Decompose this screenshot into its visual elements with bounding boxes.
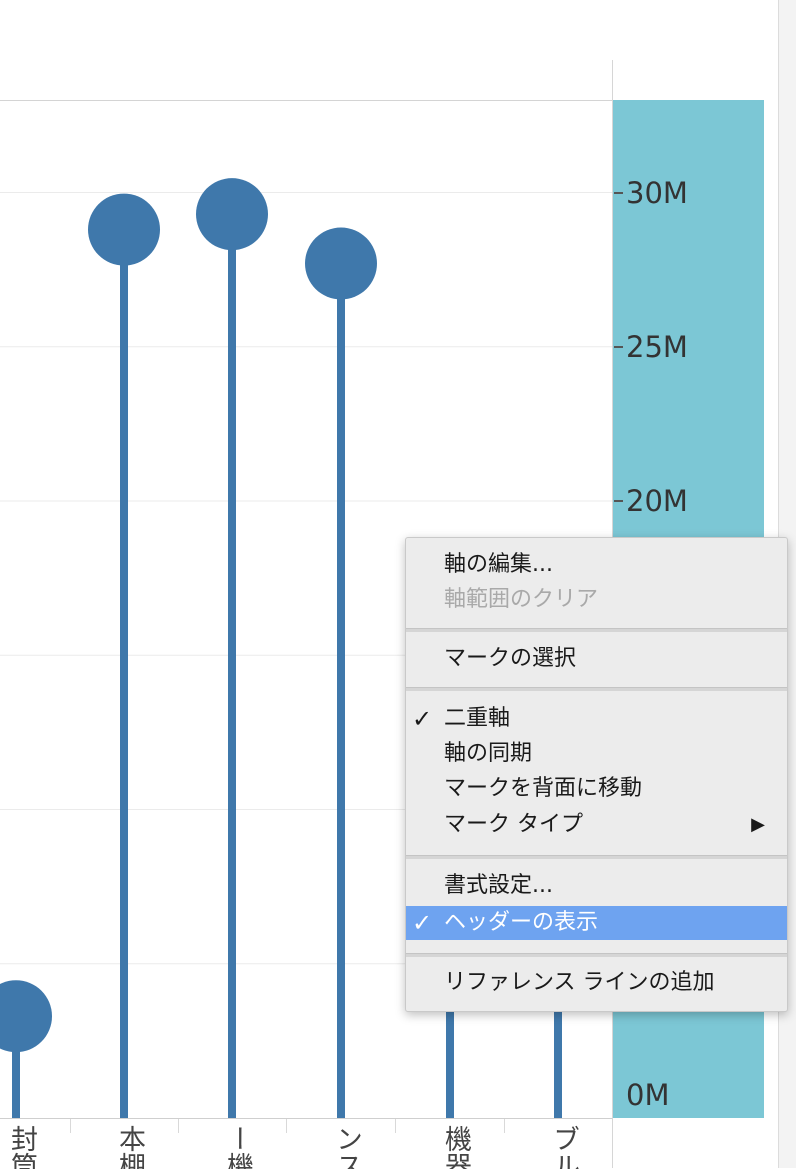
axis-context-menu[interactable]: 軸の編集... 軸範囲のクリア マークの選択 ✓ 二重軸 軸の同期 マークを背面に移動 マーク… [405,537,788,1012]
menu-item-2[interactable]: マークの選択 [406,642,787,676]
x-category-label[interactable]: ンス [327,1125,366,1169]
submenu-arrow-icon: ▶ [751,814,765,835]
menu-item-1: 軸範囲のクリア [406,583,787,617]
menu-item-label: ヘッダーの表示 [444,910,599,935]
menu-item-label: マークを背面に移動 [444,776,643,801]
x-category-label[interactable]: ブル [544,1125,583,1169]
menu-separator [406,855,787,859]
menu-item-6[interactable]: マーク タイプ ▶ [406,808,787,842]
menu-item-8[interactable]: ✓ ヘッダーの表示 [406,906,787,940]
lollipop-head-2[interactable] [196,178,268,251]
y-tick-mark [614,345,623,348]
x-category-label[interactable]: 本棚 [110,1125,149,1169]
checkmark-icon: ✓ [412,909,433,937]
x-axis-separator [178,1119,179,1133]
y-tick-label: 20M [626,484,688,519]
y-tick-label: 30M [626,175,688,210]
menu-separator [406,687,787,691]
menu-item-label: 二重軸 [444,706,511,731]
checkmark-icon: ✓ [412,705,433,733]
menu-item-9[interactable]: リファレンス ラインの追加 [406,966,787,1000]
y-tick-label: 25M [626,329,688,364]
menu-separator [406,628,787,632]
menu-item-5[interactable]: マークを背面に移動 [406,772,787,806]
x-axis-separator [70,1119,71,1133]
x-axis: 封筒 本棚 ー機 ンス 機器 ブル [0,1118,612,1169]
menu-item-label: マーク タイプ [444,812,583,837]
x-axis-separator [504,1119,505,1133]
x-category-label[interactable]: ー機 [218,1125,257,1169]
menu-separator [406,953,787,957]
y-tick-mark [614,500,623,503]
menu-item-label: 軸範囲のクリア [444,587,599,612]
chart-header-area [0,0,612,100]
menu-item-label: マークの選択 [444,646,577,671]
y-tick-label: 0M [626,1078,670,1112]
x-axis-separator [286,1119,287,1133]
y-tick-mark [614,191,623,194]
menu-item-3[interactable]: ✓ 二重軸 [406,702,787,736]
lollipop-head-1[interactable] [88,193,160,266]
menu-item-4[interactable]: 軸の同期 [406,737,787,771]
menu-item-label: 軸の同期 [444,741,533,766]
menu-item-7[interactable]: 書式設定... [406,869,787,903]
lollipop-head-0[interactable] [0,980,52,1053]
menu-item-label: 書式設定... [444,873,553,898]
menu-item-label: リファレンス ラインの追加 [444,970,715,995]
menu-item-0[interactable]: 軸の編集... [406,548,787,582]
x-category-label[interactable]: 機器 [436,1125,475,1169]
x-axis-separator [395,1119,396,1133]
menu-item-label: 軸の編集... [444,552,553,577]
lollipop-head-3[interactable] [305,227,377,300]
x-category-label[interactable]: 封筒 [2,1125,41,1169]
